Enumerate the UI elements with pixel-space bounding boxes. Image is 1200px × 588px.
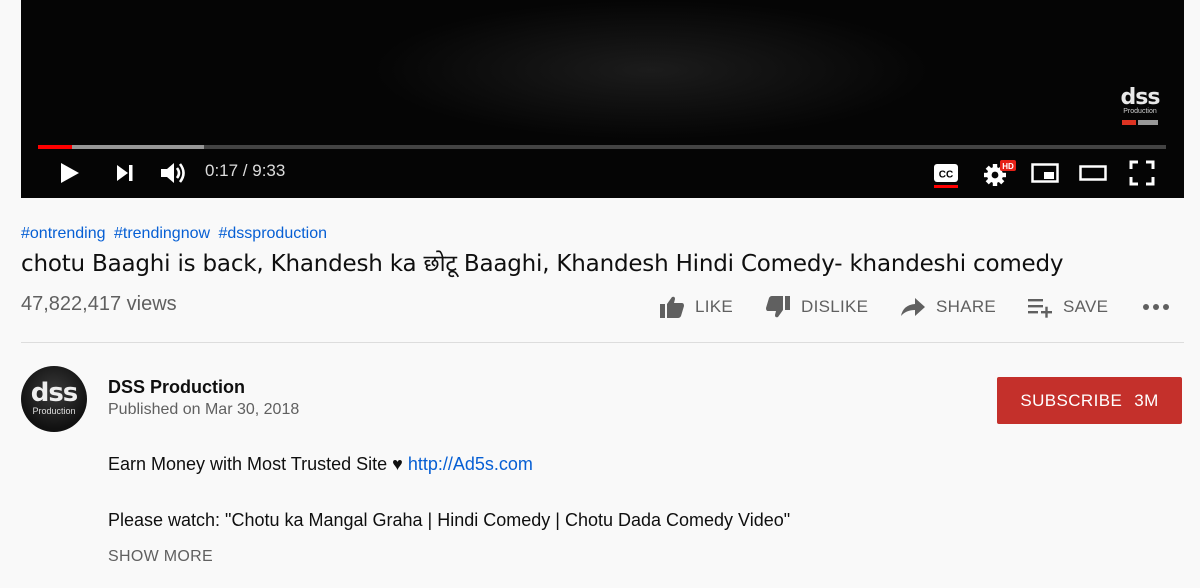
hashtag-link[interactable]: #dssproduction: [219, 225, 328, 242]
description-line: Earn Money with Most Trusted Site ♥ http…: [108, 454, 533, 475]
hashtag-link[interactable]: #ontrending: [21, 225, 106, 242]
show-more-button[interactable]: SHOW MORE: [108, 548, 213, 566]
svg-text:CC: CC: [939, 170, 953, 181]
dislike-label: DISLIKE: [801, 297, 869, 316]
video-frame: [371, 0, 931, 140]
play-icon: [61, 163, 79, 183]
hashtag-list: #ontrending #trendingnow #dssproduction: [21, 225, 331, 243]
watermark-subscribe-logo: [1112, 120, 1168, 125]
description-line: Please watch: "Chotu ka Mangal Graha | H…: [108, 510, 791, 530]
playlist-add-icon: [1028, 299, 1052, 318]
play-button[interactable]: [59, 158, 81, 188]
description-text: Earn Money with Most Trusted Site ♥: [108, 454, 408, 474]
share-button[interactable]: SHARE: [900, 292, 996, 322]
settings-button[interactable]: HD: [983, 158, 1017, 188]
more-horizontal-icon: [1143, 304, 1169, 310]
next-button[interactable]: [114, 158, 136, 188]
share-arrow-icon: [901, 298, 925, 316]
captions-icon: CC: [934, 164, 958, 182]
played-bar: [38, 145, 72, 149]
theater-icon: [1079, 165, 1107, 181]
like-label: LIKE: [695, 297, 734, 316]
subscribe-label: SUBSCRIBE: [1020, 390, 1123, 410]
captions-active-indicator: [934, 185, 958, 188]
watermark-brand: dss: [1120, 85, 1161, 110]
view-count: 47,822,417 views: [21, 293, 177, 315]
publish-date: Published on Mar 30, 2018: [108, 401, 300, 418]
share-label: SHARE: [936, 297, 997, 316]
time-display: 0:17 / 9:33: [205, 161, 286, 180]
video-player[interactable]: dss Production 0:17 / 9:33 CC HD: [21, 0, 1184, 198]
avatar-brand: dss: [30, 378, 79, 408]
miniplayer-icon: [1031, 163, 1059, 183]
captions-button[interactable]: CC: [933, 158, 959, 188]
video-title: chotu Baaghi is back, Khandesh ka छोटू B…: [21, 251, 1064, 277]
miniplayer-button[interactable]: [1031, 158, 1059, 188]
fullscreen-button[interactable]: [1129, 158, 1155, 188]
channel-avatar[interactable]: dss Production: [21, 366, 87, 432]
theater-mode-button[interactable]: [1079, 158, 1107, 188]
volume-button[interactable]: [159, 158, 189, 188]
hashtag-link[interactable]: #trendingnow: [114, 225, 210, 242]
avatar-sub: Production: [32, 406, 76, 416]
subscribe-button[interactable]: SUBSCRIBE 3M: [997, 377, 1182, 424]
description-link[interactable]: http://Ad5s.com: [408, 454, 533, 474]
save-label: SAVE: [1063, 297, 1109, 316]
thumbs-up-icon: [660, 296, 684, 318]
channel-name[interactable]: DSS Production: [108, 377, 245, 398]
divider: [21, 342, 1184, 343]
dislike-button[interactable]: DISLIKE: [765, 292, 868, 322]
like-button[interactable]: LIKE: [659, 292, 733, 322]
next-icon: [117, 165, 133, 181]
channel-watermark: dss Production: [1112, 85, 1168, 125]
subscriber-count: 3M: [1134, 390, 1159, 410]
volume-icon: [161, 163, 185, 183]
progress-bar[interactable]: [38, 145, 1166, 149]
svg-text:HD: HD: [1002, 162, 1014, 171]
fullscreen-icon: [1129, 160, 1155, 186]
more-actions-button[interactable]: [1142, 292, 1170, 322]
thumbs-down-icon: [766, 296, 790, 318]
settings-hd-icon: HD: [984, 160, 1016, 186]
save-button[interactable]: SAVE: [1027, 292, 1108, 322]
